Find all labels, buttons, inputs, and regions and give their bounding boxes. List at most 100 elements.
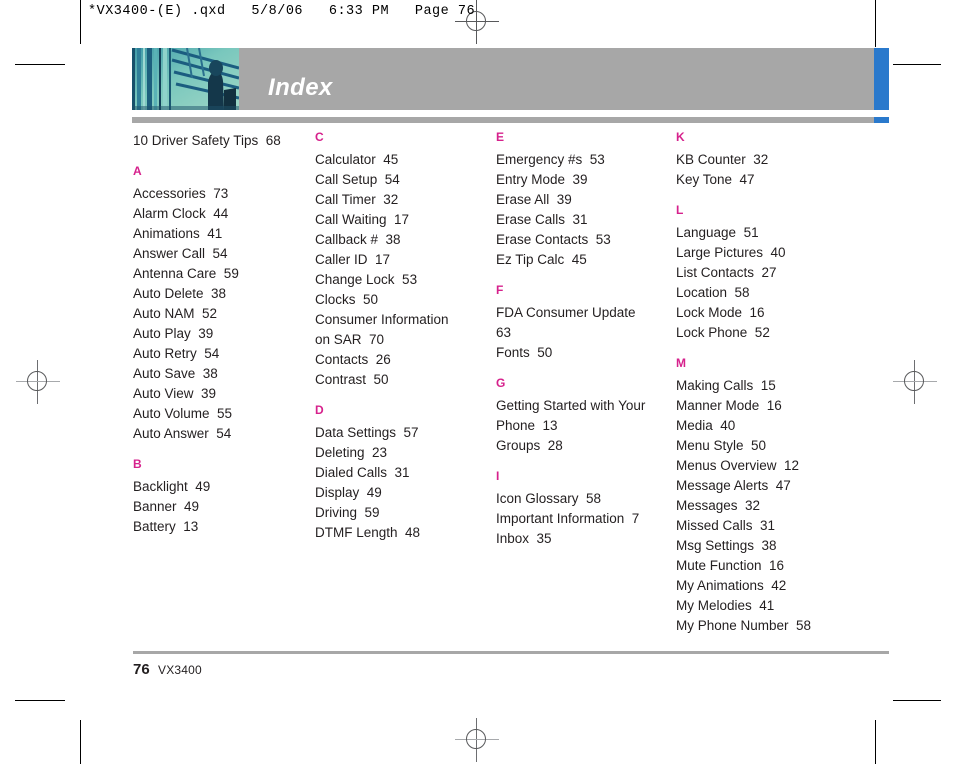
index-entry[interactable]: Menu Style 50 [676,436,876,456]
index-entry[interactable]: Auto NAM 52 [133,304,309,324]
index-entry[interactable]: My Phone Number 58 [676,616,876,636]
page-header-band [132,48,889,110]
index-entry[interactable]: Key Tone 47 [676,170,876,190]
index-entry[interactable]: Erase Contacts 53 [496,230,672,250]
index-entry[interactable]: Auto View 39 [133,384,309,404]
index-entry[interactable]: Caller ID 17 [315,250,491,270]
registration-mark-bottom-center [455,718,499,762]
index-entry[interactable]: Auto Retry 54 [133,344,309,364]
index-entry[interactable]: My Animations 42 [676,576,876,596]
index-entry[interactable]: Alarm Clock 44 [133,204,309,224]
index-entry[interactable]: Consumer Information on SAR 70 [315,310,491,350]
index-entry[interactable]: Driving 59 [315,503,491,523]
page-title: Index [268,74,333,101]
index-entry[interactable]: Mute Function 16 [676,556,876,576]
index-entry[interactable]: Erase All 39 [496,190,672,210]
index-entry[interactable]: Contrast 50 [315,370,491,390]
index-entry[interactable]: Auto Save 38 [133,364,309,384]
index-section-letter-d: D [315,403,324,417]
index-entry[interactable]: Auto Answer 54 [133,424,309,444]
index-entry[interactable]: Inbox 35 [496,529,672,549]
index-entry[interactable]: Missed Calls 31 [676,516,876,536]
index-entry[interactable]: Auto Delete 38 [133,284,309,304]
registration-ring [27,371,47,391]
index-entry[interactable]: Battery 13 [133,517,309,537]
crop-mark-left-bottom-horizontal [15,700,65,701]
index-lead-entry[interactable]: 10 Driver Safety Tips 68 [133,131,309,151]
index-entry[interactable]: Fonts 50 [496,343,672,363]
index-section-letter-k: K [676,130,685,144]
index-entry[interactable]: My Melodies 41 [676,596,876,616]
index-entry[interactable]: Accessories 73 [133,184,309,204]
registration-ring [904,371,924,391]
index-entry[interactable]: Entry Mode 39 [496,170,672,190]
index-section-letter-f: F [496,283,504,297]
index-section-letter-l: L [676,203,684,217]
index-entry[interactable]: Large Pictures 40 [676,243,876,263]
index-entry[interactable]: Deleting 23 [315,443,491,463]
index-column-3: E Emergency #s 53 Entry Mode 39 Erase All 3… [496,131,672,549]
header-divider-rule [132,117,874,123]
index-entry[interactable]: Dialed Calls 31 [315,463,491,483]
index-entry[interactable]: Call Setup 54 [315,170,491,190]
index-section-letter-i: I [496,469,500,483]
index-section-letter-g: G [496,376,506,390]
registration-mark-left-middle [16,360,60,404]
index-entry[interactable]: Making Calls 15 [676,376,876,396]
index-entry[interactable]: Msg Settings 38 [676,536,876,556]
index-column-2: C Calculator 45 Call Setup 54 Call Timer 32… [315,131,491,543]
index-entry[interactable]: Display 49 [315,483,491,503]
index-entry[interactable]: Groups 28 [496,436,672,456]
index-entry[interactable]: Call Timer 32 [315,190,491,210]
index-entry[interactable]: Menus Overview 12 [676,456,876,476]
index-entry[interactable]: Auto Volume 55 [133,404,309,424]
index-entry[interactable]: Change Lock 53 [315,270,491,290]
index-entry[interactable]: Getting Started with Your Phone 13 [496,396,672,436]
index-entry[interactable]: Lock Mode 16 [676,303,876,323]
print-file-header: *VX3400-(E) .qxd 5/8/06 6:33 PM Page 76 [88,4,476,19]
footer-model-name: VX3400 [158,663,202,677]
index-entry[interactable]: Messages 32 [676,496,876,516]
index-entry[interactable]: Emergency #s 53 [496,150,672,170]
index-entry[interactable]: Antenna Care 59 [133,264,309,284]
index-entry[interactable]: Media 40 [676,416,876,436]
index-entry[interactable]: Banner 49 [133,497,309,517]
index-entry[interactable]: Lock Phone 52 [676,323,876,343]
abstract-architecture-photo-icon [132,48,239,110]
index-entry[interactable]: Message Alerts 47 [676,476,876,496]
index-entry[interactable]: Calculator 45 [315,150,491,170]
index-entry[interactable]: Answer Call 54 [133,244,309,264]
index-section-letter-m: M [676,356,687,370]
header-photo-thumbnail [132,48,239,110]
registration-mark-right-middle [893,360,937,404]
index-entry[interactable]: Backlight 49 [133,477,309,497]
index-entry[interactable]: Callback # 38 [315,230,491,250]
index-column-1: 10 Driver Safety Tips 68 A Accessories 73 A… [133,131,309,537]
crop-mark-bottom-right-vertical [875,720,876,764]
index-entry[interactable]: Animations 41 [133,224,309,244]
index-entry[interactable]: Important Information 7 [496,509,672,529]
index-section-letter-e: E [496,130,505,144]
index-entry[interactable]: Data Settings 57 [315,423,491,443]
index-entry[interactable]: Erase Calls 31 [496,210,672,230]
index-entry[interactable]: Contacts 26 [315,350,491,370]
index-entry[interactable]: FDA Consumer Update 63 [496,303,672,343]
index-entry[interactable]: Clocks 50 [315,290,491,310]
index-entry[interactable]: Manner Mode 16 [676,396,876,416]
index-column-4: K KB Counter 32 Key Tone 47 L Language 51 Lar… [676,131,876,636]
index-entry[interactable]: Call Waiting 17 [315,210,491,230]
index-entry[interactable]: Icon Glossary 58 [496,489,672,509]
crop-mark-top-left-vertical [80,0,81,44]
index-entry[interactable]: Ez Tip Calc 45 [496,250,672,270]
index-entry[interactable]: DTMF Length 48 [315,523,491,543]
header-divider-accent [874,117,889,123]
index-entry[interactable]: Location 58 [676,283,876,303]
index-section-letter-c: C [315,130,324,144]
index-entry[interactable]: Auto Play 39 [133,324,309,344]
crop-mark-right-top-horizontal [893,64,941,65]
index-entry[interactable]: KB Counter 32 [676,150,876,170]
crop-mark-top-right-vertical [875,0,876,47]
registration-ring [466,729,486,749]
index-entry[interactable]: List Contacts 27 [676,263,876,283]
index-entry[interactable]: Language 51 [676,223,876,243]
